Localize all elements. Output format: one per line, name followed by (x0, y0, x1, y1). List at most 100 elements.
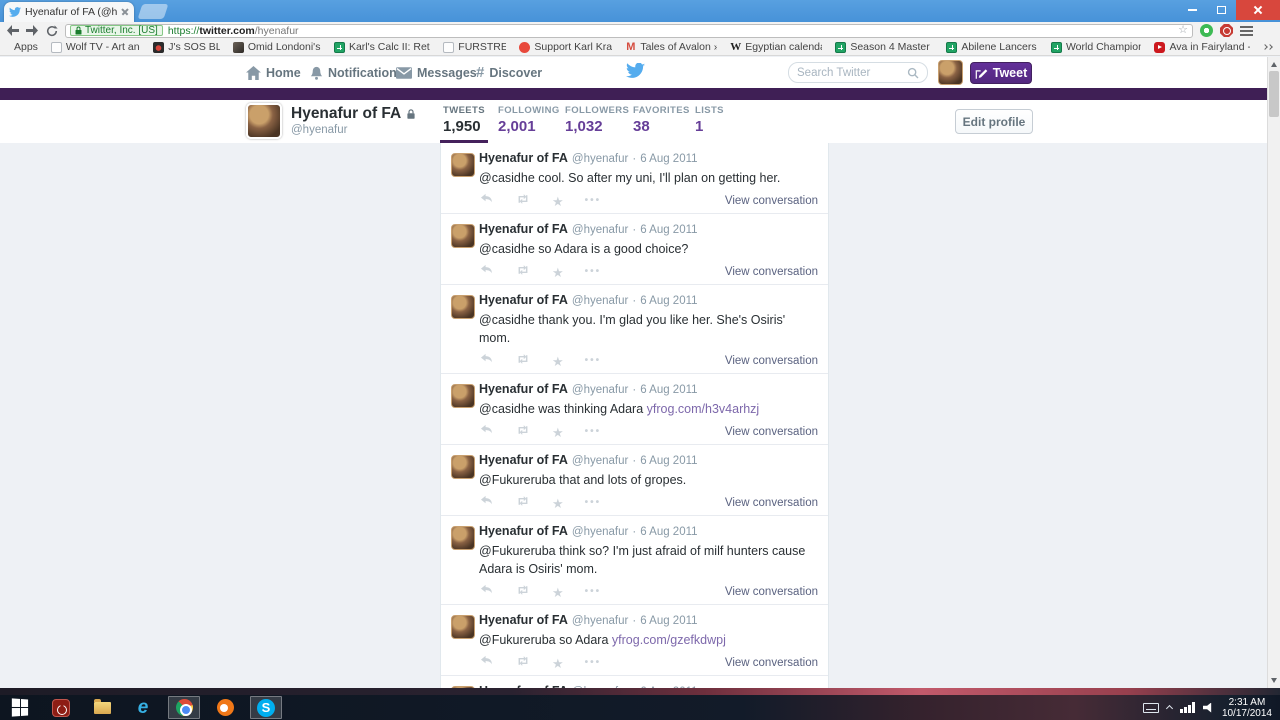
close-button[interactable] (1236, 0, 1280, 20)
reply-icon[interactable] (479, 494, 494, 512)
bookmark-item[interactable]: Ava in Fairyland - Ra... (1154, 41, 1250, 53)
tweet-author-name[interactable]: Hyenafur of FA (479, 382, 568, 397)
tweet-author-handle[interactable]: @hyenafur (572, 454, 628, 469)
bookmark-item[interactable]: J's SOS BLOG (153, 41, 220, 53)
nav-item-discover[interactable]: # Discover (476, 57, 542, 88)
favorite-star-icon[interactable]: ★ (552, 266, 564, 279)
address-bar[interactable]: Twitter, Inc. [US] https://twitter.com/h… (65, 23, 1193, 38)
apps-shortcut[interactable]: Apps (8, 41, 38, 53)
bookmark-item[interactable]: Karl's Calc II: Return ... (333, 41, 430, 53)
scroll-thumb[interactable] (1269, 71, 1279, 117)
tweet-timestamp[interactable]: 6 Aug 2011 (640, 223, 697, 238)
bookmark-item[interactable]: FURSTREAM (443, 41, 506, 53)
search-box[interactable] (788, 62, 928, 83)
tab-close-icon[interactable] (121, 8, 129, 16)
favorite-star-icon[interactable]: ★ (552, 497, 564, 510)
tweet-author-handle[interactable]: @hyenafur (572, 294, 628, 309)
tweet-link[interactable]: yfrog.com/h3v4arhzj (647, 402, 760, 416)
tweet-author-handle[interactable]: @hyenafur (572, 223, 628, 238)
taskbar-chrome[interactable] (168, 696, 200, 719)
scroll-down-icon[interactable] (1271, 678, 1277, 683)
tweet-author-name[interactable]: Hyenafur of FA (479, 293, 568, 308)
tweet-button[interactable]: Tweet (970, 62, 1032, 84)
bookmark-item[interactable]: World Championshi... (1050, 41, 1141, 53)
reply-icon[interactable] (479, 654, 494, 672)
nav-item-notifications[interactable]: Notifications (310, 57, 404, 88)
tweet-timestamp[interactable]: 6 Aug 2011 (640, 383, 697, 398)
tweet-timestamp[interactable]: 6 Aug 2011 (640, 152, 697, 167)
back-button[interactable] (6, 25, 19, 36)
tweet-timestamp[interactable]: 6 Aug 2011 (640, 525, 697, 540)
reply-icon[interactable] (479, 352, 494, 370)
view-conversation-link[interactable]: View conversation (725, 355, 818, 367)
ev-secure-badge[interactable]: Twitter, Inc. [US] (70, 25, 163, 36)
stat-following[interactable]: FOLLOWING 2,001 (498, 105, 560, 135)
more-icon[interactable]: ••• (585, 356, 602, 366)
retweet-icon[interactable] (515, 263, 531, 281)
favorite-star-icon[interactable]: ★ (552, 355, 564, 368)
favorite-star-icon[interactable]: ★ (552, 195, 564, 208)
tweet-avatar[interactable] (451, 295, 475, 319)
volume-icon[interactable] (1202, 702, 1212, 713)
bookmark-item[interactable]: Omid Londoni's Spot (232, 41, 321, 53)
tweet-avatar[interactable] (451, 455, 475, 479)
browser-tab[interactable]: Hyenafur of FA (@hyenafu (4, 2, 134, 22)
tweet-author-handle[interactable]: @hyenafur (572, 614, 628, 629)
reload-button[interactable] (46, 24, 58, 37)
reply-icon[interactable] (479, 583, 494, 601)
more-icon[interactable]: ••• (585, 587, 602, 597)
nav-profile-avatar[interactable] (938, 60, 963, 85)
bookmark-item[interactable]: Wolf TV - Art and C... (50, 41, 140, 53)
minimize-button[interactable] (1178, 0, 1207, 20)
scroll-up-icon[interactable] (1271, 62, 1277, 67)
more-icon[interactable]: ••• (585, 267, 602, 277)
stat-tweets[interactable]: TWEETS 1,950 (443, 105, 485, 135)
tray-expand-icon[interactable] (1166, 704, 1174, 713)
extension-icon-red[interactable] (1220, 24, 1233, 37)
view-conversation-link[interactable]: View conversation (725, 266, 818, 278)
taskbar-power-app[interactable] (45, 696, 77, 719)
tweet-author-name[interactable]: Hyenafur of FA (479, 524, 568, 539)
retweet-icon[interactable] (515, 192, 531, 210)
tweet-author-handle[interactable]: @hyenafur (572, 383, 628, 398)
network-signal-icon[interactable] (1180, 702, 1195, 713)
more-icon[interactable]: ••• (585, 196, 602, 206)
stat-favorites[interactable]: FAVORITES 38 (633, 105, 690, 135)
tweet-item[interactable]: Hyenafur of FA @hyenafur · 6 Aug 2011 @c… (441, 143, 828, 214)
view-conversation-link[interactable]: View conversation (725, 195, 818, 207)
tweet-timestamp[interactable]: 6 Aug 2011 (640, 294, 697, 309)
tweet-item[interactable]: Hyenafur of FA @hyenafur · 6 Aug 2011 @F… (441, 516, 828, 605)
view-conversation-link[interactable]: View conversation (725, 586, 818, 598)
more-icon[interactable]: ••• (585, 427, 602, 437)
tweet-item[interactable]: Hyenafur of FA @hyenafur · 6 Aug 2011 @c… (441, 285, 828, 374)
bookmark-star-icon[interactable]: ☆ (1178, 25, 1188, 36)
tweet-item[interactable]: Hyenafur of FA @hyenafur · 6 Aug 2011 @F… (441, 445, 828, 516)
taskbar-skype[interactable]: S (250, 696, 282, 719)
tweet-item[interactable]: Hyenafur of FA @hyenafur · 6 Aug 2011 @c… (441, 214, 828, 285)
stat-lists[interactable]: LISTS 1 (695, 105, 724, 135)
new-tab-button[interactable] (137, 4, 169, 19)
reply-icon[interactable] (479, 192, 494, 210)
reply-icon[interactable] (479, 423, 494, 441)
forward-button[interactable] (26, 25, 39, 36)
tweet-avatar[interactable] (451, 224, 475, 248)
nav-item-messages[interactable]: Messages (396, 57, 477, 88)
tweet-item[interactable]: Hyenafur of FA @hyenafur · 6 Aug 2011 Wa… (441, 676, 828, 688)
tweet-avatar[interactable] (451, 153, 475, 177)
tweet-author-name[interactable]: Hyenafur of FA (479, 151, 568, 166)
tweet-timestamp[interactable]: 6 Aug 2011 (640, 614, 697, 629)
taskbar-gom-player[interactable] (209, 696, 241, 719)
tweet-author-name[interactable]: Hyenafur of FA (479, 222, 568, 237)
chrome-menu-icon[interactable] (1240, 25, 1253, 36)
favorite-star-icon[interactable]: ★ (552, 426, 564, 439)
profile-name[interactable]: Hyenafur of FA (291, 105, 401, 123)
tweet-item[interactable]: Hyenafur of FA @hyenafur · 6 Aug 2011 @c… (441, 374, 828, 445)
favorite-star-icon[interactable]: ★ (552, 657, 564, 670)
maximize-button[interactable] (1207, 0, 1236, 20)
reply-icon[interactable] (479, 263, 494, 281)
tweet-link[interactable]: yfrog.com/gzefkdwpj (612, 633, 726, 647)
bookmarks-overflow-icon[interactable] (1262, 44, 1273, 50)
search-input[interactable] (797, 66, 907, 79)
edit-profile-button[interactable]: Edit profile (955, 109, 1033, 134)
bookmark-item[interactable]: M Tales of Avalon » Ju... (625, 41, 717, 53)
